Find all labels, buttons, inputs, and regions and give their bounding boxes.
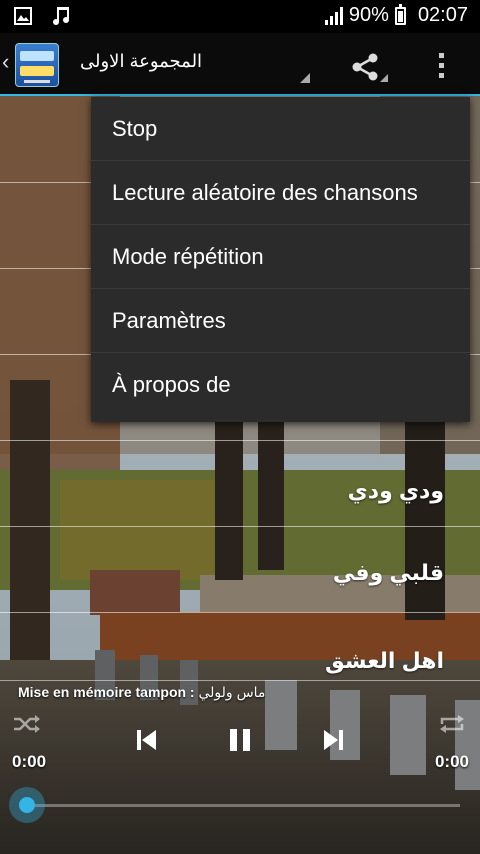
buffering-label: Mise en mémoire tampon : bbox=[18, 684, 199, 700]
share-dropdown-indicator-icon bbox=[380, 74, 388, 82]
overflow-menu: Stop Lecture aléatoire des chansons Mode… bbox=[91, 97, 470, 422]
menu-item-shuffle[interactable]: Lecture aléatoire des chansons bbox=[91, 161, 470, 225]
status-bar: 90% 02:07 bbox=[0, 0, 480, 33]
battery-percent: 90% bbox=[348, 4, 389, 26]
shuffle-icon[interactable] bbox=[12, 714, 40, 734]
repeat-icon[interactable] bbox=[438, 714, 466, 734]
song-title: ودي ودي bbox=[347, 478, 444, 503]
share-icon[interactable] bbox=[350, 52, 380, 82]
battery-icon bbox=[394, 3, 406, 25]
action-bar: ‹ المجموعة الاولى bbox=[0, 33, 480, 96]
list-item[interactable]: ودي ودي bbox=[0, 440, 480, 527]
clock: 02:07 bbox=[417, 4, 468, 26]
menu-item-repeat-mode[interactable]: Mode répétition bbox=[91, 225, 470, 289]
elapsed-time: 0:00 bbox=[12, 752, 47, 771]
total-time: 0:00 bbox=[434, 752, 469, 771]
seek-knob[interactable] bbox=[9, 787, 45, 823]
song-title: اهل العشق bbox=[325, 648, 444, 673]
back-chevron-icon[interactable]: ‹ bbox=[2, 51, 9, 73]
overflow-menu-icon[interactable] bbox=[436, 53, 446, 83]
next-icon[interactable] bbox=[320, 727, 346, 753]
dropdown-indicator-icon[interactable] bbox=[300, 73, 310, 83]
previous-icon[interactable] bbox=[134, 727, 160, 753]
buffering-status: Mise en mémoire tampon : ماس ولولي bbox=[18, 684, 265, 701]
app-logo[interactable] bbox=[15, 43, 59, 87]
list-item[interactable]: قلبي وفي bbox=[0, 526, 480, 613]
pause-icon[interactable] bbox=[227, 727, 253, 753]
buffering-song: ماس ولولي bbox=[198, 684, 266, 700]
music-notification-icon bbox=[53, 7, 69, 25]
progress-track[interactable] bbox=[20, 804, 460, 807]
menu-item-settings[interactable]: Paramètres bbox=[91, 289, 470, 353]
menu-item-about[interactable]: À propos de bbox=[91, 353, 470, 417]
signal-icon bbox=[324, 6, 343, 25]
song-title: قلبي وفي bbox=[332, 560, 444, 585]
image-notification-icon bbox=[14, 7, 32, 25]
album-title[interactable]: المجموعة الاولى bbox=[80, 51, 202, 72]
menu-item-stop[interactable]: Stop bbox=[91, 97, 470, 161]
player-divider bbox=[0, 680, 480, 681]
